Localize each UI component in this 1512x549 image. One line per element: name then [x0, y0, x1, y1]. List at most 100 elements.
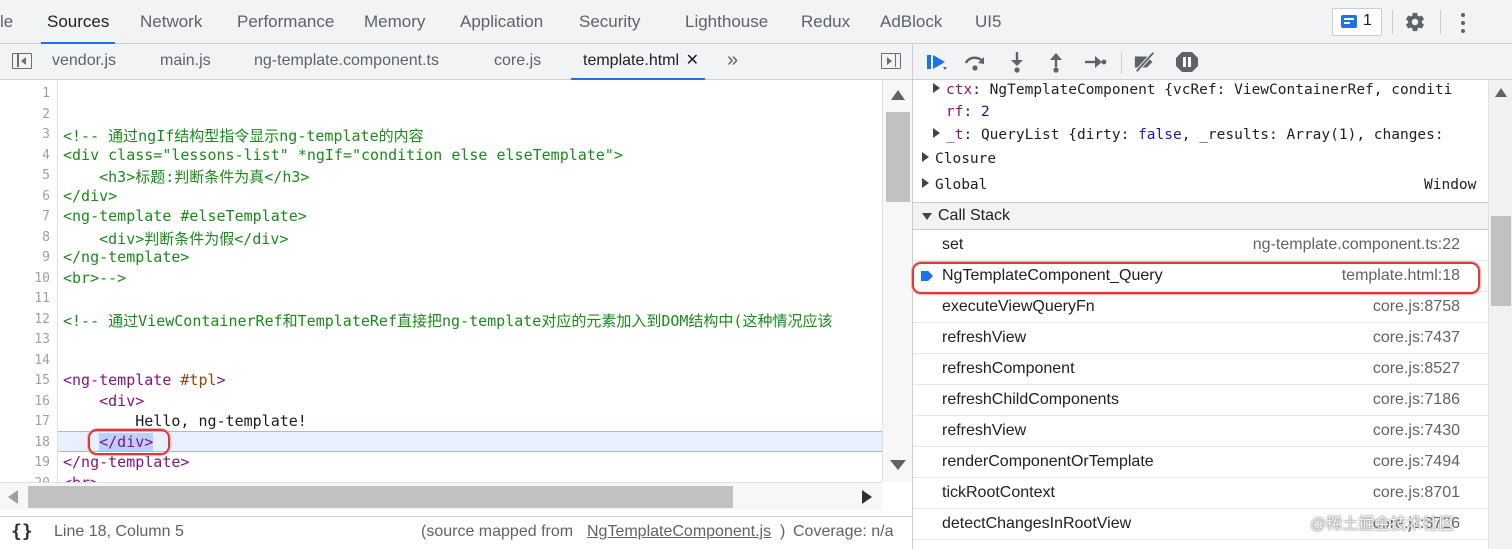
scrollbar-thumb[interactable] — [28, 486, 733, 508]
call-frame[interactable]: executeViewQueryFn core.js:8758 — [913, 292, 1488, 323]
line-number[interactable]: 19 — [34, 455, 50, 470]
collapse-caret-icon[interactable] — [922, 213, 932, 220]
call-frame[interactable]: refreshView core.js:7437 — [913, 323, 1488, 354]
call-frame[interactable]: renderComponentOrTemplate core.js:7494 — [913, 447, 1488, 478]
line-number[interactable]: 10 — [34, 271, 50, 286]
frame-function-name: refreshView — [942, 329, 1027, 346]
line-number[interactable]: 7 — [42, 209, 50, 224]
scroll-up-arrow-icon[interactable] — [1495, 88, 1507, 97]
editor-horizontal-scrollbar[interactable] — [0, 482, 882, 510]
call-frame[interactable]: set ng-template.component.ts:22 — [913, 230, 1488, 261]
call-frame[interactable]: refreshComponent core.js:8527 — [913, 354, 1488, 385]
frame-location-link[interactable]: core.js:7430 — [1373, 422, 1460, 440]
pretty-print-braces-icon[interactable]: {} — [11, 521, 33, 542]
panel-tab-network[interactable]: Network — [140, 0, 202, 44]
debugger-vertical-scrollbar[interactable] — [1488, 80, 1512, 549]
resume-execution-icon[interactable] — [925, 51, 949, 73]
editor-vertical-scrollbar[interactable] — [882, 80, 912, 482]
scrollbar-thumb[interactable] — [886, 112, 910, 202]
file-tab-vendor-js[interactable]: vendor.js — [52, 44, 116, 80]
panel-tab-lighthouse[interactable]: Lighthouse — [685, 0, 768, 44]
frame-location-link[interactable]: core.js:8701 — [1373, 484, 1460, 502]
panel-tab-adblock[interactable]: AdBlock — [880, 0, 942, 44]
panel-tab-memory[interactable]: Memory — [364, 0, 425, 44]
code-token: <!-- 通过ViewContainerRef和TemplateRef直接把ng… — [63, 311, 833, 330]
code-token: <!-- 通过ngIf结构型指令显示ng-template的内容 — [63, 127, 424, 145]
panel-tab-console-partial[interactable]: le — [0, 0, 13, 44]
frame-location-link[interactable]: core.js:7494 — [1373, 453, 1460, 471]
line-number[interactable]: 14 — [34, 353, 50, 368]
issues-counter-button[interactable]: 1 — [1332, 8, 1382, 36]
scroll-down-arrow-icon[interactable] — [890, 460, 906, 470]
line-number-gutter[interactable]: 1234567891011121314151617181920 — [0, 80, 58, 482]
frame-function-name: refreshComponent — [942, 360, 1075, 377]
line-number[interactable]: 3 — [42, 127, 50, 142]
scroll-left-arrow-icon[interactable] — [8, 490, 18, 504]
toggle-debugger-sidebar-icon[interactable] — [881, 53, 901, 69]
frame-location-link[interactable]: core.js:8758 — [1373, 298, 1460, 316]
frame-location-link[interactable]: core.js:7437 — [1373, 329, 1460, 347]
pause-on-exceptions-icon[interactable] — [1175, 51, 1199, 73]
panel-tab-application[interactable]: Application — [460, 0, 543, 44]
more-options-kebab-icon[interactable] — [1460, 11, 1466, 33]
line-number[interactable]: 9 — [42, 250, 50, 265]
line-number[interactable]: 15 — [34, 373, 50, 388]
line-number[interactable]: 1 — [42, 86, 50, 101]
line-number[interactable]: 6 — [42, 189, 50, 204]
settings-gear-icon[interactable] — [1404, 11, 1426, 33]
frame-location-link[interactable]: ng-template.component.ts:22 — [1253, 236, 1460, 254]
call-stack-title: Call Stack — [938, 207, 1011, 224]
toggle-navigator-icon[interactable] — [12, 53, 32, 69]
code-token: </ng-template> — [63, 248, 190, 266]
panel-tab-security[interactable]: Security — [579, 0, 640, 44]
close-tab-icon[interactable]: ✕ — [686, 44, 699, 78]
line-number[interactable]: 13 — [34, 332, 50, 347]
line-number[interactable]: 4 — [42, 148, 50, 163]
source-mapped-file-link[interactable]: NgTemplateComponent.js — [587, 523, 771, 541]
panel-tab-sources[interactable]: Sources — [40, 0, 116, 44]
call-frame[interactable]: refreshView core.js:7430 — [913, 416, 1488, 447]
frame-location-link[interactable]: core.js:8527 — [1373, 360, 1460, 378]
more-tabs-chevron-icon[interactable]: » — [727, 42, 738, 78]
step-into-icon[interactable] — [1005, 51, 1029, 73]
panel-tab-performance[interactable]: Performance — [237, 0, 334, 44]
scrollbar-thumb[interactable] — [1491, 216, 1511, 306]
scope-var-t[interactable]: _t: QueryList {dirty: false, _results: A… — [933, 127, 1444, 143]
scope-var-ctx[interactable]: ctx: NgTemplateComponent {vcRef: ViewCon… — [933, 82, 1452, 98]
panel-tab-redux[interactable]: Redux — [801, 0, 850, 44]
code-line: <br>--> — [63, 269, 126, 287]
code-editor[interactable]: <!-- 通过ngIf结构型指令显示ng-template的内容 <div cla… — [59, 80, 882, 482]
step-icon[interactable] — [1083, 51, 1107, 73]
expand-caret-icon[interactable] — [922, 178, 929, 188]
file-tab-ng-template-component-ts[interactable]: ng-template.component.ts — [254, 44, 439, 80]
line-number[interactable]: 8 — [42, 230, 50, 245]
file-tab-template-html[interactable]: template.html ✕ — [571, 44, 706, 80]
line-number[interactable]: 12 — [34, 312, 50, 327]
file-tab-main-js[interactable]: main.js — [160, 44, 211, 80]
scroll-right-arrow-icon[interactable] — [862, 490, 872, 504]
call-frame[interactable]: tickRootContext core.js:8701 — [913, 478, 1488, 509]
step-out-icon[interactable] — [1044, 51, 1068, 73]
line-number[interactable]: 5 — [42, 168, 50, 183]
scroll-up-arrow-icon[interactable] — [891, 90, 905, 100]
step-over-icon[interactable] — [963, 51, 987, 73]
issues-count: 1 — [1363, 12, 1372, 29]
line-number[interactable]: 16 — [34, 394, 50, 409]
file-tab-core-js[interactable]: core.js — [494, 44, 541, 80]
code-token: <ng-template — [63, 371, 181, 389]
panel-tab-ui5[interactable]: UI5 — [975, 0, 1001, 44]
expand-caret-icon[interactable] — [922, 152, 929, 162]
deactivate-breakpoints-icon[interactable] — [1133, 51, 1157, 73]
call-frame[interactable]: refreshChildComponents core.js:7186 — [913, 385, 1488, 416]
line-number[interactable]: 2 — [42, 107, 50, 122]
frame-location-link[interactable]: core.js:7186 — [1373, 391, 1460, 409]
editor-file-tabbar: vendor.js main.js ng-template.component.… — [0, 44, 912, 80]
line-number[interactable]: 18 — [34, 435, 50, 450]
scope-closure[interactable]: Closure — [922, 151, 996, 167]
line-number[interactable]: 17 — [34, 414, 50, 429]
expand-caret-icon[interactable] — [933, 83, 940, 93]
line-number[interactable]: 11 — [34, 291, 50, 306]
scope-global[interactable]: Global — [922, 177, 987, 193]
expand-caret-icon[interactable] — [933, 128, 940, 138]
call-stack-header[interactable]: Call Stack — [913, 202, 1488, 230]
